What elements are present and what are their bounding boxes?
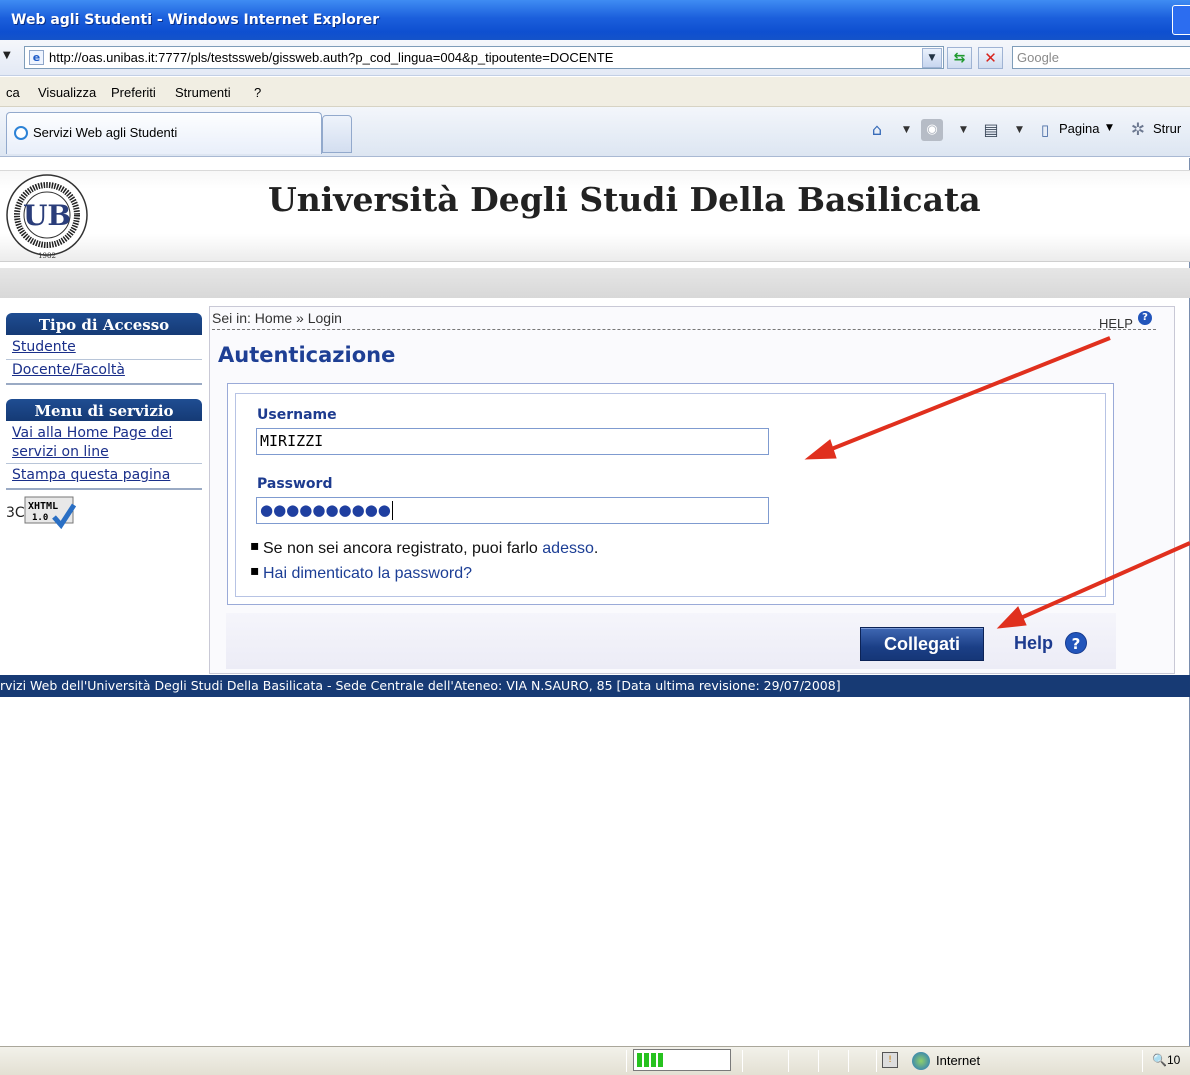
university-seal-logo: UB 1982 [6, 174, 88, 260]
security-zone-label: Internet [936, 1053, 981, 1068]
popup-blocker-icon[interactable]: ! [882, 1052, 898, 1068]
svg-text:1982: 1982 [38, 252, 56, 260]
breadcrumb: Sei in: Home » Login [212, 310, 342, 326]
status-separator [848, 1050, 849, 1072]
password-mask: ●●●●●●●●●● [260, 501, 391, 519]
status-separator [876, 1050, 877, 1072]
feeds-dropdown-icon[interactable]: ▼ [960, 125, 967, 135]
breadcrumb-divider [212, 329, 1156, 330]
page-menu-label[interactable]: Pagina [1059, 121, 1099, 136]
help-circle-icon[interactable]: ? [1065, 632, 1087, 654]
status-separator [1142, 1050, 1143, 1072]
home-icon[interactable]: ⌂ [866, 119, 888, 141]
register-end: . [593, 540, 599, 557]
status-bar [0, 1046, 1190, 1075]
address-url: http://oas.unibas.it:7777/pls/testssweb/… [49, 50, 614, 65]
tools-menu-label[interactable]: Strur [1153, 121, 1181, 136]
username-label: Username [257, 407, 337, 423]
print-dropdown-icon[interactable]: ▼ [1016, 125, 1023, 135]
menu-item-file[interactable]: ca [6, 85, 20, 100]
svg-text:UB: UB [23, 199, 71, 232]
stop-button[interactable]: ✕ [978, 47, 1003, 69]
register-line: Se non sei ancora registrato, puoi farlo… [263, 540, 598, 558]
zoom-level[interactable]: 🔍10 [1152, 1053, 1180, 1067]
page-title: Autenticazione [218, 343, 396, 367]
menu-item-view[interactable]: Visualizza [38, 85, 96, 100]
home-dropdown-icon[interactable]: ▼ [903, 125, 910, 135]
print-icon[interactable]: ▤ [980, 119, 1002, 141]
page-menu-dropdown-icon[interactable]: ▼ [1106, 123, 1113, 133]
help-link-top[interactable]: HELP [1099, 316, 1133, 331]
page-favicon-icon: e [29, 50, 44, 65]
window-title: Web agli Studenti - Windows Internet Exp… [11, 12, 380, 28]
bullet-icon: ▪ [250, 538, 260, 554]
help-question-icon[interactable]: ? [1138, 311, 1152, 325]
menu-item-tools[interactable]: Strumenti [175, 85, 231, 100]
status-separator [742, 1050, 743, 1072]
tools-gear-icon[interactable]: ✲ [1127, 119, 1149, 141]
site-footer: rvizi Web dell'Università Degli Studi De… [0, 675, 1190, 697]
sidebar-item-stampa[interactable]: Stampa questa pagina [6, 466, 202, 490]
header-divider-band [0, 268, 1190, 298]
search-placeholder: Google [1017, 50, 1059, 65]
xhtml-text: XHTML [28, 501, 58, 512]
menu-item-help[interactable]: ? [254, 85, 261, 100]
page-menu-icon[interactable]: ▯ [1034, 119, 1056, 141]
password-label: Password [257, 476, 333, 492]
password-field[interactable]: ●●●●●●●●●● [256, 497, 769, 524]
status-separator [788, 1050, 789, 1072]
text-caret [391, 501, 393, 520]
nav-dropdown-icon[interactable]: ▼ [3, 50, 11, 61]
username-field[interactable]: MIRIZZI [256, 428, 769, 455]
footer-text: rvizi Web dell'Università Degli Studi De… [0, 678, 841, 693]
xhtml-version: 1.0 [32, 513, 48, 523]
menu-item-favorites[interactable]: Preferiti [111, 85, 156, 100]
register-link[interactable]: adesso [542, 540, 594, 557]
command-bar: Servizi Web agli Studenti ⌂ ▼ ◉ ▼ ▤ ▼ ▯ … [0, 107, 1190, 157]
address-input[interactable]: e http://oas.unibas.it:7777/pls/testsswe… [24, 46, 944, 69]
tab-servizi-web[interactable]: Servizi Web agli Studenti [6, 112, 322, 154]
login-button[interactable]: Collegati [860, 627, 984, 661]
register-text: Se non sei ancora registrato, puoi farlo [263, 540, 543, 557]
help-link-bottom[interactable]: Help [1014, 633, 1053, 654]
bullet-icon: ▪ [250, 563, 260, 579]
window-title-bar[interactable]: Web agli Studenti - Windows Internet Exp… [0, 0, 1190, 40]
forgot-password-link[interactable]: Hai dimenticato la password? [263, 565, 472, 583]
sidebar-heading-access: Tipo di Accesso [6, 313, 202, 335]
address-dropdown-button[interactable]: ▼ [922, 48, 942, 68]
new-tab-button[interactable] [322, 115, 352, 153]
feeds-icon[interactable]: ◉ [921, 119, 943, 141]
search-input[interactable]: Google [1012, 46, 1190, 69]
status-separator [818, 1050, 819, 1072]
menu-bar: ca Visualizza Preferiti Strumenti ? [0, 77, 1190, 107]
zoom-value: 10 [1166, 1053, 1181, 1067]
internet-zone-icon [912, 1052, 930, 1070]
page-load-progress [633, 1049, 731, 1071]
loading-icon [14, 126, 28, 140]
w3c-xhtml-badge[interactable]: 3C XHTML 1.0 [6, 495, 76, 529]
status-separator [626, 1050, 627, 1072]
tab-label: Servizi Web agli Studenti [33, 125, 178, 140]
sidebar-item-docente[interactable]: Docente/Facoltà [6, 361, 202, 385]
sidebar-item-studente[interactable]: Studente [6, 338, 202, 360]
sidebar-item-home-servizi[interactable]: Vai alla Home Page dei servizi on line [6, 424, 202, 464]
window-control-button[interactable] [1172, 5, 1190, 35]
refresh-button[interactable]: ⇆ [947, 47, 972, 69]
sidebar-heading-service: Menu di servizio [6, 399, 202, 421]
w3c-text: 3C [6, 505, 25, 521]
university-name: Università Degli Studi Della Basilicata [268, 180, 981, 219]
